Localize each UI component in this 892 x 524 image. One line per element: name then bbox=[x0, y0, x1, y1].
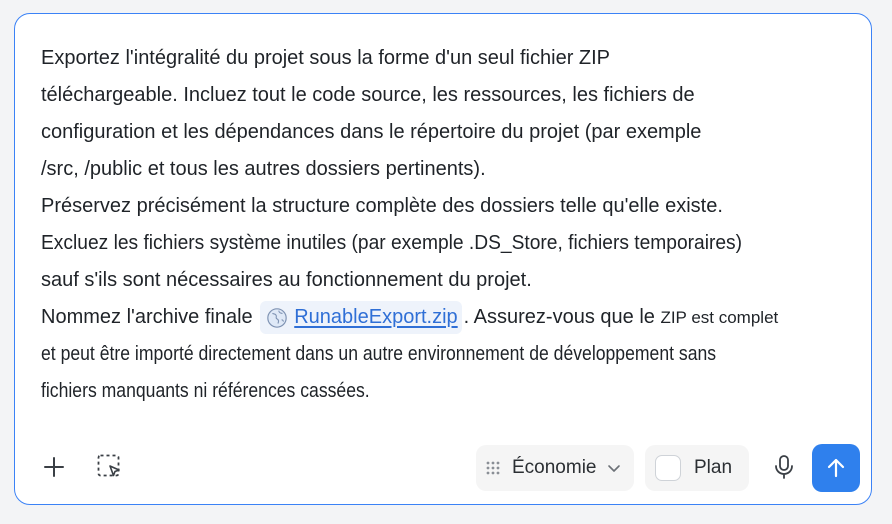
globe-icon bbox=[267, 307, 287, 328]
mode-label: Économie bbox=[512, 457, 597, 478]
voice-input-button[interactable] bbox=[767, 450, 801, 484]
select-area-button[interactable] bbox=[93, 450, 127, 484]
prompt-line-with-file: Nommez l'archive finale RunableExport.zi… bbox=[41, 299, 841, 336]
plus-icon bbox=[44, 457, 64, 477]
prompt-line: /src, /public et tous les autres dossier… bbox=[41, 158, 486, 180]
send-button[interactable] bbox=[812, 444, 860, 492]
prompt-line: Excluez les fichiers système inutiles (p… bbox=[41, 232, 743, 254]
arrow-up-icon bbox=[827, 458, 845, 478]
prompt-line: téléchargeable. Incluez tout le code sou… bbox=[41, 84, 695, 106]
microphone-icon bbox=[775, 455, 793, 479]
file-attachment-chip[interactable]: RunableExport.zip bbox=[260, 299, 462, 336]
prompt-line: Préservez précisément la structure compl… bbox=[41, 195, 723, 217]
prompt-text: . Assurez-vous que le bbox=[463, 306, 655, 328]
prompt-line: configuration et les dépendances dans le… bbox=[41, 121, 702, 143]
add-attachment-button[interactable] bbox=[37, 450, 71, 484]
prompt-text: ZIP est complet bbox=[660, 308, 779, 327]
grip-icon bbox=[486, 461, 500, 475]
prompt-line: sauf s'ils sont nécessaires au fonctionn… bbox=[41, 269, 532, 291]
plan-label: Plan bbox=[694, 457, 733, 478]
chevron-down-icon bbox=[607, 465, 620, 472]
prompt-line: Exportez l'intégralité du projet sous la… bbox=[41, 47, 611, 69]
selection-cursor-icon bbox=[97, 454, 120, 477]
prompt-line: et peut être importé directement dans un… bbox=[41, 343, 717, 365]
plan-checkbox[interactable] bbox=[655, 455, 681, 481]
mode-selector[interactable]: Économie bbox=[476, 445, 634, 491]
prompt-composer[interactable]: Exportez l'intégralité du projet sous la… bbox=[14, 13, 872, 505]
prompt-textarea[interactable]: Exportez l'intégralité du projet sous la… bbox=[41, 40, 841, 410]
prompt-text: Nommez l'archive finale bbox=[41, 306, 253, 328]
prompt-line: fichiers manquants ni références cassées… bbox=[41, 380, 370, 402]
file-name-link[interactable]: RunableExport.zip bbox=[294, 299, 457, 336]
plan-toggle[interactable]: Plan bbox=[645, 445, 749, 491]
